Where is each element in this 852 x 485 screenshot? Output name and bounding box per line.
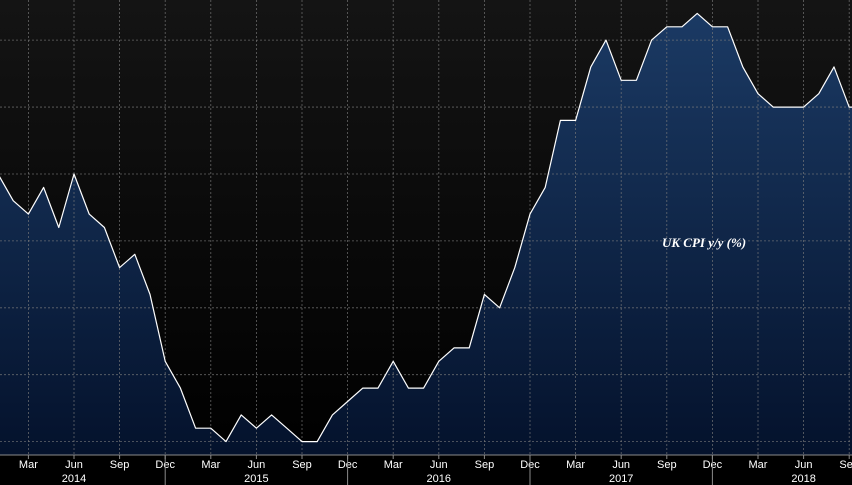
x-tick-label: Mar (566, 459, 585, 471)
x-tick-label: Jun (795, 459, 813, 471)
x-tick-label: Jun (65, 459, 83, 471)
year-label: 2015 (244, 473, 268, 485)
x-tick-label: Sep (839, 459, 852, 471)
cpi-chart: Mar Jun Sep Dec Mar Jun Sep Dec Mar Jun Sep Dec Mar J… (0, 0, 852, 485)
year-label: 2018 (791, 473, 815, 485)
year-label: 2017 (609, 473, 633, 485)
x-tick-label: Mar (19, 459, 38, 471)
x-tick-label: Mar (201, 459, 220, 471)
x-tick-label: Sep (475, 459, 495, 471)
year-label: 2014 (62, 473, 86, 485)
x-tick-label: Jun (430, 459, 448, 471)
x-tick-label: Jun (612, 459, 630, 471)
x-tick-label: Mar (384, 459, 403, 471)
x-tick-label: Mar (749, 459, 768, 471)
x-tick-label: Jun (248, 459, 266, 471)
x-tick-label: Sep (657, 459, 677, 471)
x-tick-label: Sep (110, 459, 130, 471)
year-label: 2016 (427, 473, 451, 485)
x-tick-label: Sep (292, 459, 312, 471)
series-label: UK CPI y/y (%) (662, 235, 746, 250)
